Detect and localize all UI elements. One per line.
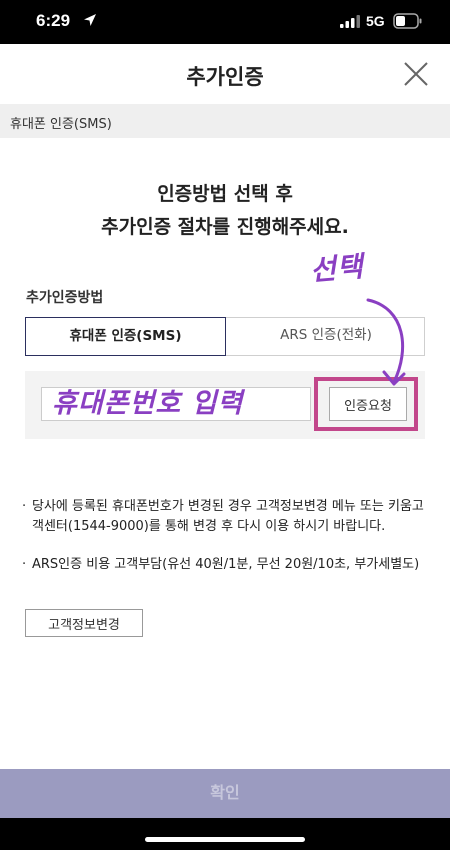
method-label: 추가인증방법 — [26, 290, 104, 306]
notice-bullet: · — [22, 557, 27, 572]
cell-signal-icon — [340, 15, 360, 28]
headline-line-2: 추가인증 절차를 진행해주세요. — [101, 216, 349, 238]
notice-text: 당사에 등록된 휴대폰번호가 변경된 경우 고객정보변경 메뉴 또는 키움고객센… — [32, 499, 424, 534]
page-title: 추가인증 — [186, 65, 264, 89]
tab-ars[interactable]: ARS 인증(전화) — [226, 317, 426, 356]
network-label: 5G — [366, 13, 385, 29]
location-arrow-icon — [84, 14, 96, 26]
close-icon[interactable] — [402, 60, 430, 88]
headline-line-1: 인증방법 선택 후 — [157, 183, 293, 205]
phone-screen: 6:29 5G 추가인증 휴대폰 인증(SMS) 인증방법 선택 후 추가인증 … — [0, 0, 450, 850]
status-time: 6:29 — [36, 11, 71, 30]
section-label: 휴대폰 인증(SMS) — [10, 117, 112, 132]
header: 추가인증 — [0, 44, 450, 104]
headline: 인증방법 선택 후 추가인증 절차를 진행해주세요. — [0, 178, 450, 244]
notice-item: · 당사에 등록된 휴대폰번호가 변경된 경우 고객정보변경 메뉴 또는 키움고… — [22, 497, 426, 537]
annotation-select: 선택 — [308, 249, 365, 288]
auth-method-tabs: 휴대폰 인증(SMS) ARS 인증(전화) — [25, 317, 425, 356]
annotation-phone-input: 휴대폰번호 입력 — [52, 388, 244, 419]
status-bar: 6:29 5G — [0, 0, 450, 44]
battery-icon — [393, 13, 422, 29]
notice-bullet: · — [22, 499, 27, 514]
notice-item: · ARS인증 비용 고객부담(유선 40원/1분, 무선 20원/10초, 부… — [22, 555, 426, 575]
info-change-button[interactable]: 고객정보변경 — [25, 609, 143, 637]
request-code-button[interactable]: 인증요청 — [329, 387, 407, 421]
notice-text: ARS인증 비용 고객부담(유선 40원/1분, 무선 20원/10초, 부가세… — [32, 557, 420, 572]
tab-sms[interactable]: 휴대폰 인증(SMS) — [25, 317, 226, 356]
app-view: 추가인증 휴대폰 인증(SMS) 인증방법 선택 후 추가인증 절차를 진행해주… — [0, 44, 450, 818]
home-area — [0, 818, 450, 850]
home-indicator[interactable] — [145, 837, 305, 842]
confirm-button[interactable]: 확인 — [0, 769, 450, 818]
section-bar: 휴대폰 인증(SMS) — [0, 104, 450, 138]
